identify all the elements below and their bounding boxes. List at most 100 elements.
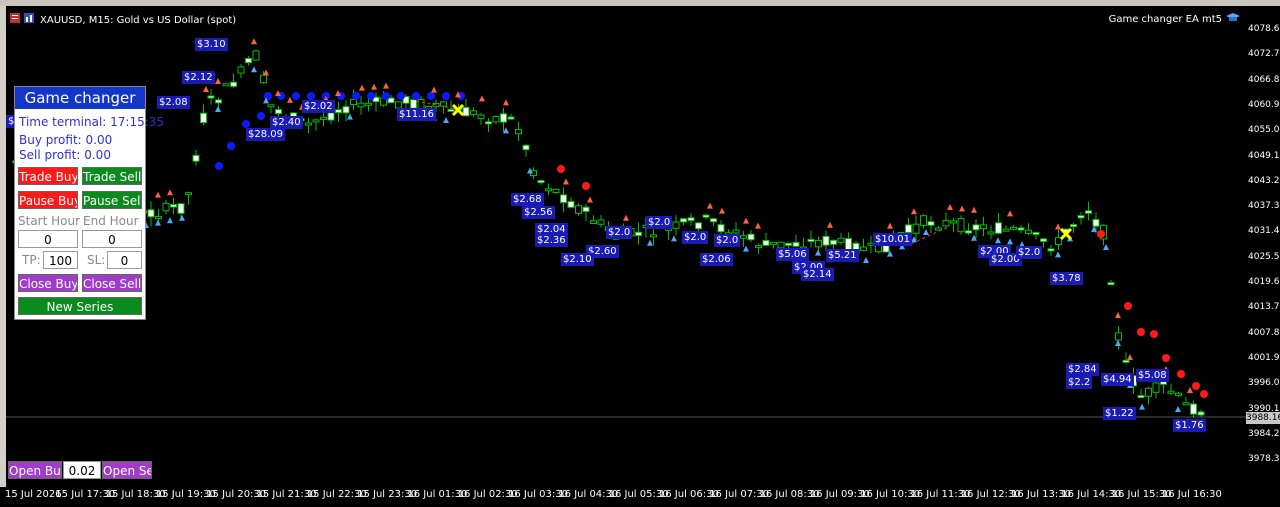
candle-body bbox=[327, 112, 335, 121]
candle-body bbox=[357, 102, 365, 108]
candle-body bbox=[687, 217, 695, 222]
price-chart[interactable]: XAUUSD, M15: Gold vs US Dollar (spot) Ga… bbox=[6, 6, 1246, 487]
profit-tag: $3.10 bbox=[195, 38, 228, 51]
down-arrow-icon bbox=[719, 207, 725, 214]
up-arrow-icon bbox=[443, 117, 449, 123]
graduation-cap-icon[interactable] bbox=[1226, 12, 1240, 24]
buy-signal-dot bbox=[257, 112, 265, 120]
down-arrow-icon bbox=[287, 96, 293, 103]
candle-body bbox=[470, 110, 477, 115]
up-arrow-icon bbox=[167, 217, 173, 224]
ea-name-label: Game changer EA mt5 bbox=[1108, 14, 1222, 25]
down-arrow-icon bbox=[203, 86, 209, 92]
candle-body bbox=[560, 194, 567, 204]
game-changer-panel: Game changer Time terminal: 17:15:35 Buy… bbox=[14, 86, 164, 320]
up-arrow-icon bbox=[995, 237, 1001, 244]
close-sell-button[interactable]: Close Sell bbox=[82, 274, 142, 292]
down-arrow-icon bbox=[431, 86, 437, 93]
buy-signal-dot bbox=[397, 92, 405, 100]
candle-body bbox=[957, 217, 965, 233]
candle-body bbox=[597, 219, 605, 225]
candle-body bbox=[1010, 226, 1017, 230]
tp-label: TP: bbox=[22, 253, 41, 267]
buy-signal-dot bbox=[227, 142, 235, 150]
candle-body bbox=[785, 242, 792, 246]
end-hour-input[interactable]: 0 bbox=[82, 230, 142, 248]
sell-profit: Sell profit: 0.00 bbox=[19, 148, 111, 162]
end-hour-label: End Hour bbox=[83, 214, 139, 228]
sl-input[interactable]: 0 bbox=[107, 251, 142, 269]
candle-body bbox=[1175, 392, 1182, 397]
sell-signal-dot bbox=[1097, 230, 1105, 238]
sell-signal-dot bbox=[557, 165, 565, 173]
candle-body bbox=[507, 116, 515, 120]
price-tick-label: 4031.40 bbox=[1248, 226, 1280, 237]
candle-body bbox=[215, 99, 222, 104]
candle-body bbox=[1115, 332, 1122, 341]
close-buy-button[interactable]: Close Buy bbox=[18, 274, 78, 292]
open-buy-button[interactable]: Open Buy bbox=[8, 461, 62, 479]
candle-body bbox=[342, 106, 350, 114]
down-arrow-icon bbox=[827, 221, 833, 228]
chart-menu-icon[interactable] bbox=[10, 12, 36, 24]
candle-body bbox=[485, 121, 492, 125]
candle-body bbox=[747, 233, 755, 241]
down-arrow-icon bbox=[167, 189, 173, 196]
candle-body bbox=[1145, 387, 1152, 397]
candle-body bbox=[695, 222, 702, 230]
profit-tag: $2.2 bbox=[1066, 376, 1093, 389]
candle-body bbox=[1197, 411, 1205, 416]
sell-signal-dot bbox=[1200, 390, 1208, 398]
candle-body bbox=[1152, 382, 1160, 393]
new-series-button[interactable]: New Series bbox=[18, 297, 142, 315]
up-arrow-icon bbox=[179, 214, 185, 221]
candle-body bbox=[755, 245, 762, 249]
candle-body bbox=[1137, 395, 1145, 399]
start-hour-input[interactable]: 0 bbox=[18, 230, 78, 248]
candle-body bbox=[462, 106, 470, 117]
profit-tag: $10.01 bbox=[873, 233, 912, 246]
profit-tag: $1.76 bbox=[1173, 419, 1206, 432]
profit-tag: $2.84 bbox=[1066, 363, 1099, 376]
trade-sell-button[interactable]: Trade Sell bbox=[82, 167, 142, 185]
tp-input[interactable]: 100 bbox=[43, 251, 78, 269]
price-tick-label: 4049.10 bbox=[1248, 150, 1280, 161]
candle-body bbox=[1160, 381, 1167, 385]
candle-body bbox=[1017, 227, 1025, 231]
up-arrow-icon bbox=[215, 106, 221, 112]
sell-signal-dot bbox=[582, 182, 590, 190]
down-arrow-icon bbox=[959, 205, 965, 212]
buy-signal-dot bbox=[242, 120, 250, 128]
profit-tag: $11.16 bbox=[397, 108, 436, 121]
candle-body bbox=[1182, 402, 1190, 406]
pause-sell-button[interactable]: Pause Sell bbox=[82, 191, 142, 209]
profit-tag: $1.22 bbox=[1103, 407, 1136, 420]
price-tick-label: 4072.70 bbox=[1248, 49, 1280, 60]
profit-tag: $2.14 bbox=[801, 268, 834, 281]
open-sell-button[interactable]: Open Sell bbox=[102, 461, 152, 479]
trade-buy-button[interactable]: Trade Buy bbox=[18, 167, 78, 185]
candle-body bbox=[762, 239, 770, 246]
down-arrow-icon bbox=[215, 78, 221, 84]
sl-label: SL: bbox=[87, 253, 106, 267]
candle-body bbox=[177, 203, 185, 214]
candle-body bbox=[1025, 229, 1032, 234]
buy-signal-dot bbox=[427, 92, 435, 100]
candle-body bbox=[312, 119, 320, 123]
profit-tag: $2.10 bbox=[561, 253, 594, 266]
lot-size-input[interactable]: 0.02 bbox=[63, 461, 101, 479]
price-tick-label: 4043.20 bbox=[1248, 175, 1280, 186]
price-tick-label: 4060.90 bbox=[1248, 99, 1280, 110]
price-tick-label: 4055.00 bbox=[1248, 125, 1280, 136]
up-arrow-icon bbox=[1175, 406, 1181, 412]
profit-tag: $2.08 bbox=[157, 96, 190, 109]
down-arrow-icon bbox=[1007, 210, 1013, 217]
price-tick-label: 4001.90 bbox=[1248, 352, 1280, 363]
buy-signal-dot bbox=[264, 92, 272, 100]
pause-buy-button[interactable]: Pause Buy bbox=[18, 191, 78, 209]
candle-body bbox=[222, 83, 230, 87]
profit-tag: $2.0 bbox=[646, 216, 673, 229]
candle-body bbox=[447, 108, 455, 112]
candle-body bbox=[860, 246, 867, 251]
price-tick-label: 3996.00 bbox=[1248, 378, 1280, 389]
